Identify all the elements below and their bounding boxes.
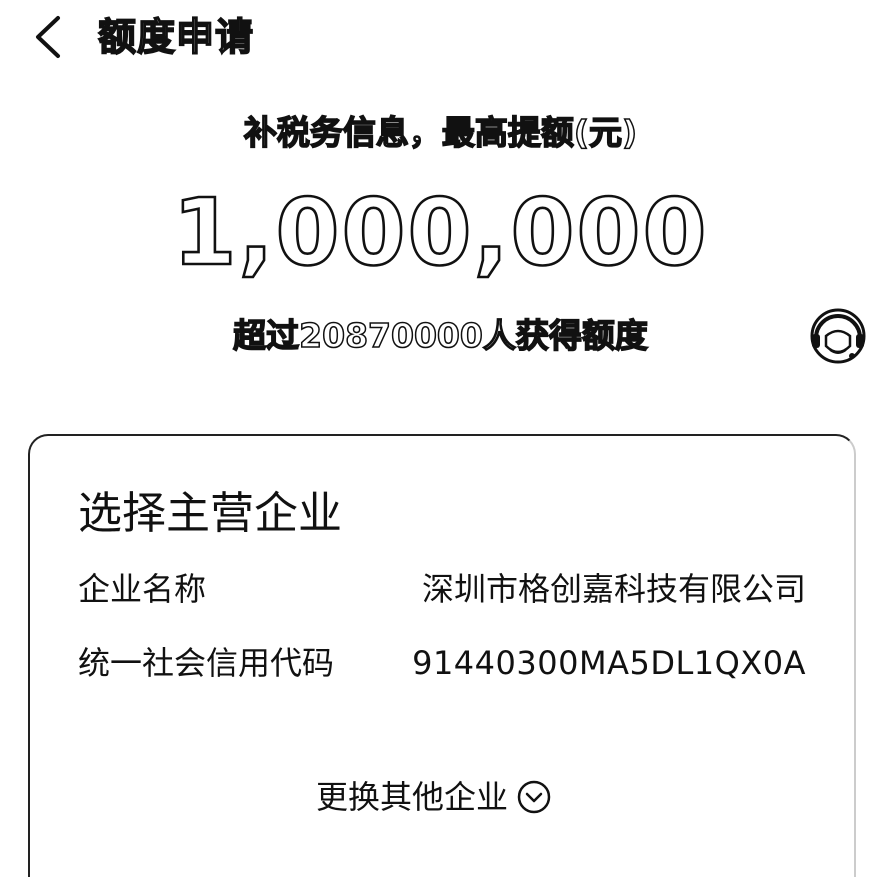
switch-company-label: 更换其他企业	[316, 778, 509, 816]
chevron-left-icon	[36, 16, 60, 58]
switch-company-button[interactable]: 更换其他企业	[316, 772, 552, 822]
credit-code-value: 91440300MA5DL1QX0A	[412, 644, 806, 682]
credit-application-page: 额度申请 补税务信息，最高提额(元) 1,000,000 超过20870000人…	[0, 0, 881, 877]
card-title: 选择主营企业	[78, 488, 342, 539]
customer-service-icon	[810, 308, 866, 364]
users-stat-text: 超过20870000人获得额度	[232, 315, 648, 356]
page-title: 额度申请	[97, 14, 255, 60]
top-bar: 额度申请	[0, 0, 881, 80]
max-credit-amount: 1,000,000	[171, 179, 709, 286]
credit-code-label: 统一社会信用代码	[78, 644, 335, 682]
credit-code-row: 统一社会信用代码 91440300MA5DL1QX0A	[78, 638, 806, 688]
customer-service-button[interactable]	[806, 306, 870, 368]
back-button[interactable]	[28, 12, 76, 62]
company-card: 选择主营企业 企业名称 深圳市格创嘉科技有限公司 统一社会信用代码 914403…	[28, 434, 856, 877]
company-name-row: 企业名称 深圳市格创嘉科技有限公司	[78, 564, 806, 614]
company-name-value: 深圳市格创嘉科技有限公司	[421, 570, 806, 608]
hero-subtitle: 补税务信息，最高提额(元)	[243, 112, 638, 153]
chevron-down-circle-icon	[516, 779, 552, 815]
company-name-label: 企业名称	[78, 570, 207, 608]
